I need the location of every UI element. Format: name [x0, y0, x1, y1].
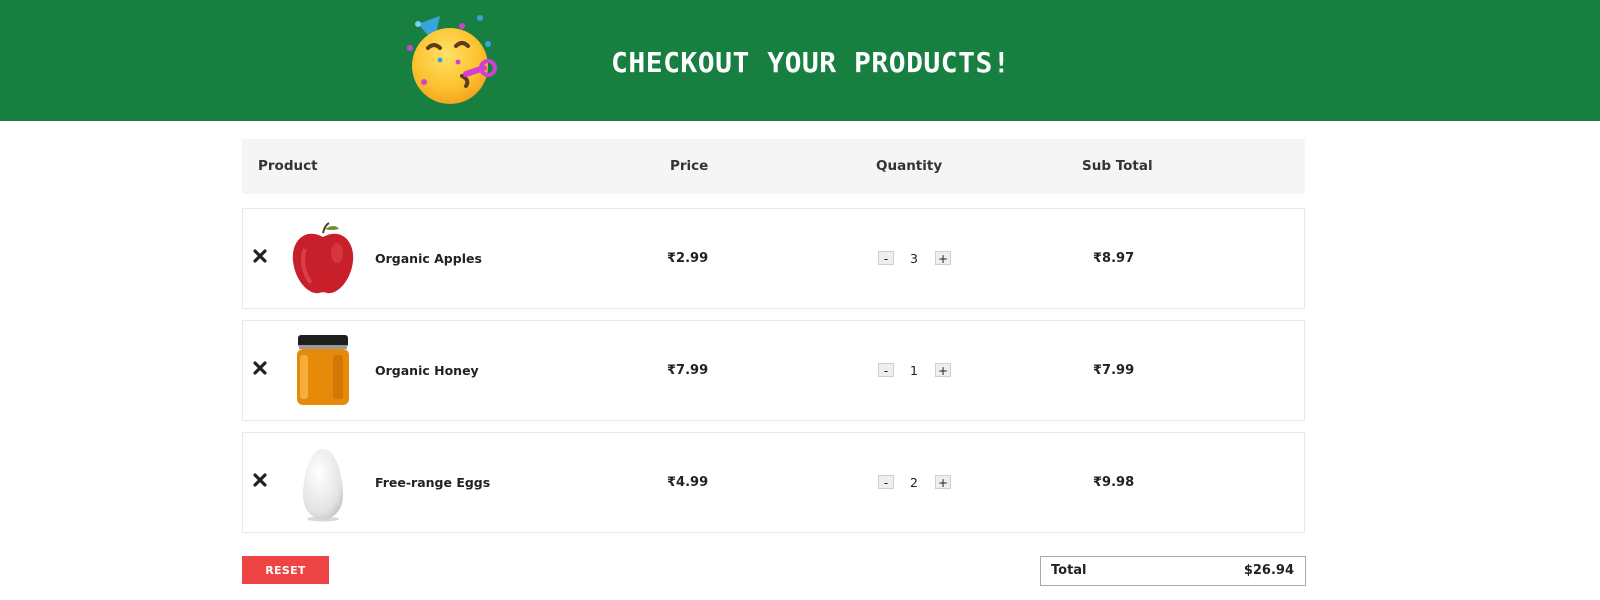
cart-row: Organic Apples ₹2.99 - 3 + ₹8.97 [242, 208, 1305, 309]
cart-row: Organic Honey ₹7.99 - 1 + ₹7.99 [242, 320, 1305, 421]
quantity-value: 1 [910, 363, 918, 378]
decrease-quantity-button[interactable]: - [878, 475, 894, 490]
total-value: $26.94 [1243, 563, 1294, 578]
column-header-price: Price [670, 158, 709, 174]
remove-item-icon[interactable] [251, 247, 269, 265]
page-header: CHECKOUT YOUR PRODUCTS! [0, 0, 1600, 121]
increase-quantity-button[interactable]: + [935, 475, 951, 490]
product-price: ₹4.99 [667, 475, 709, 490]
quantity-value: 2 [910, 475, 918, 490]
product-subtotal: ₹7.99 [1093, 363, 1135, 378]
decrease-quantity-button[interactable]: - [878, 363, 894, 378]
product-image [292, 222, 354, 294]
remove-item-icon[interactable] [251, 471, 269, 489]
product-subtotal: ₹8.97 [1093, 251, 1135, 266]
increase-quantity-button[interactable]: + [935, 251, 951, 266]
cart-row: Free-range Eggs ₹4.99 - 2 + ₹9.98 [242, 432, 1305, 533]
product-price: ₹7.99 [667, 363, 709, 378]
product-subtotal: ₹9.98 [1093, 475, 1135, 490]
remove-item-icon[interactable] [251, 359, 269, 377]
page-title: CHECKOUT YOUR PRODUCTS! [611, 46, 1011, 79]
total-label: Total [1051, 563, 1087, 578]
product-price: ₹2.99 [667, 251, 709, 266]
product-image [303, 449, 343, 522]
reset-button[interactable]: RESET [242, 556, 329, 584]
decrease-quantity-button[interactable]: - [878, 251, 894, 266]
column-header-quantity: Quantity [876, 158, 943, 174]
party-face-icon [407, 15, 497, 104]
column-header-product: Product [258, 158, 318, 174]
product-name: Organic Apples [375, 251, 482, 266]
column-header-subtotal: Sub Total [1082, 158, 1153, 174]
quantity-value: 3 [910, 251, 918, 266]
product-image [297, 335, 349, 405]
product-name: Organic Honey [375, 363, 479, 378]
product-name: Free-range Eggs [375, 475, 491, 490]
order-total: Total $26.94 [1040, 556, 1306, 586]
table-header: Product Price Quantity Sub Total [242, 139, 1305, 194]
increase-quantity-button[interactable]: + [935, 363, 951, 378]
